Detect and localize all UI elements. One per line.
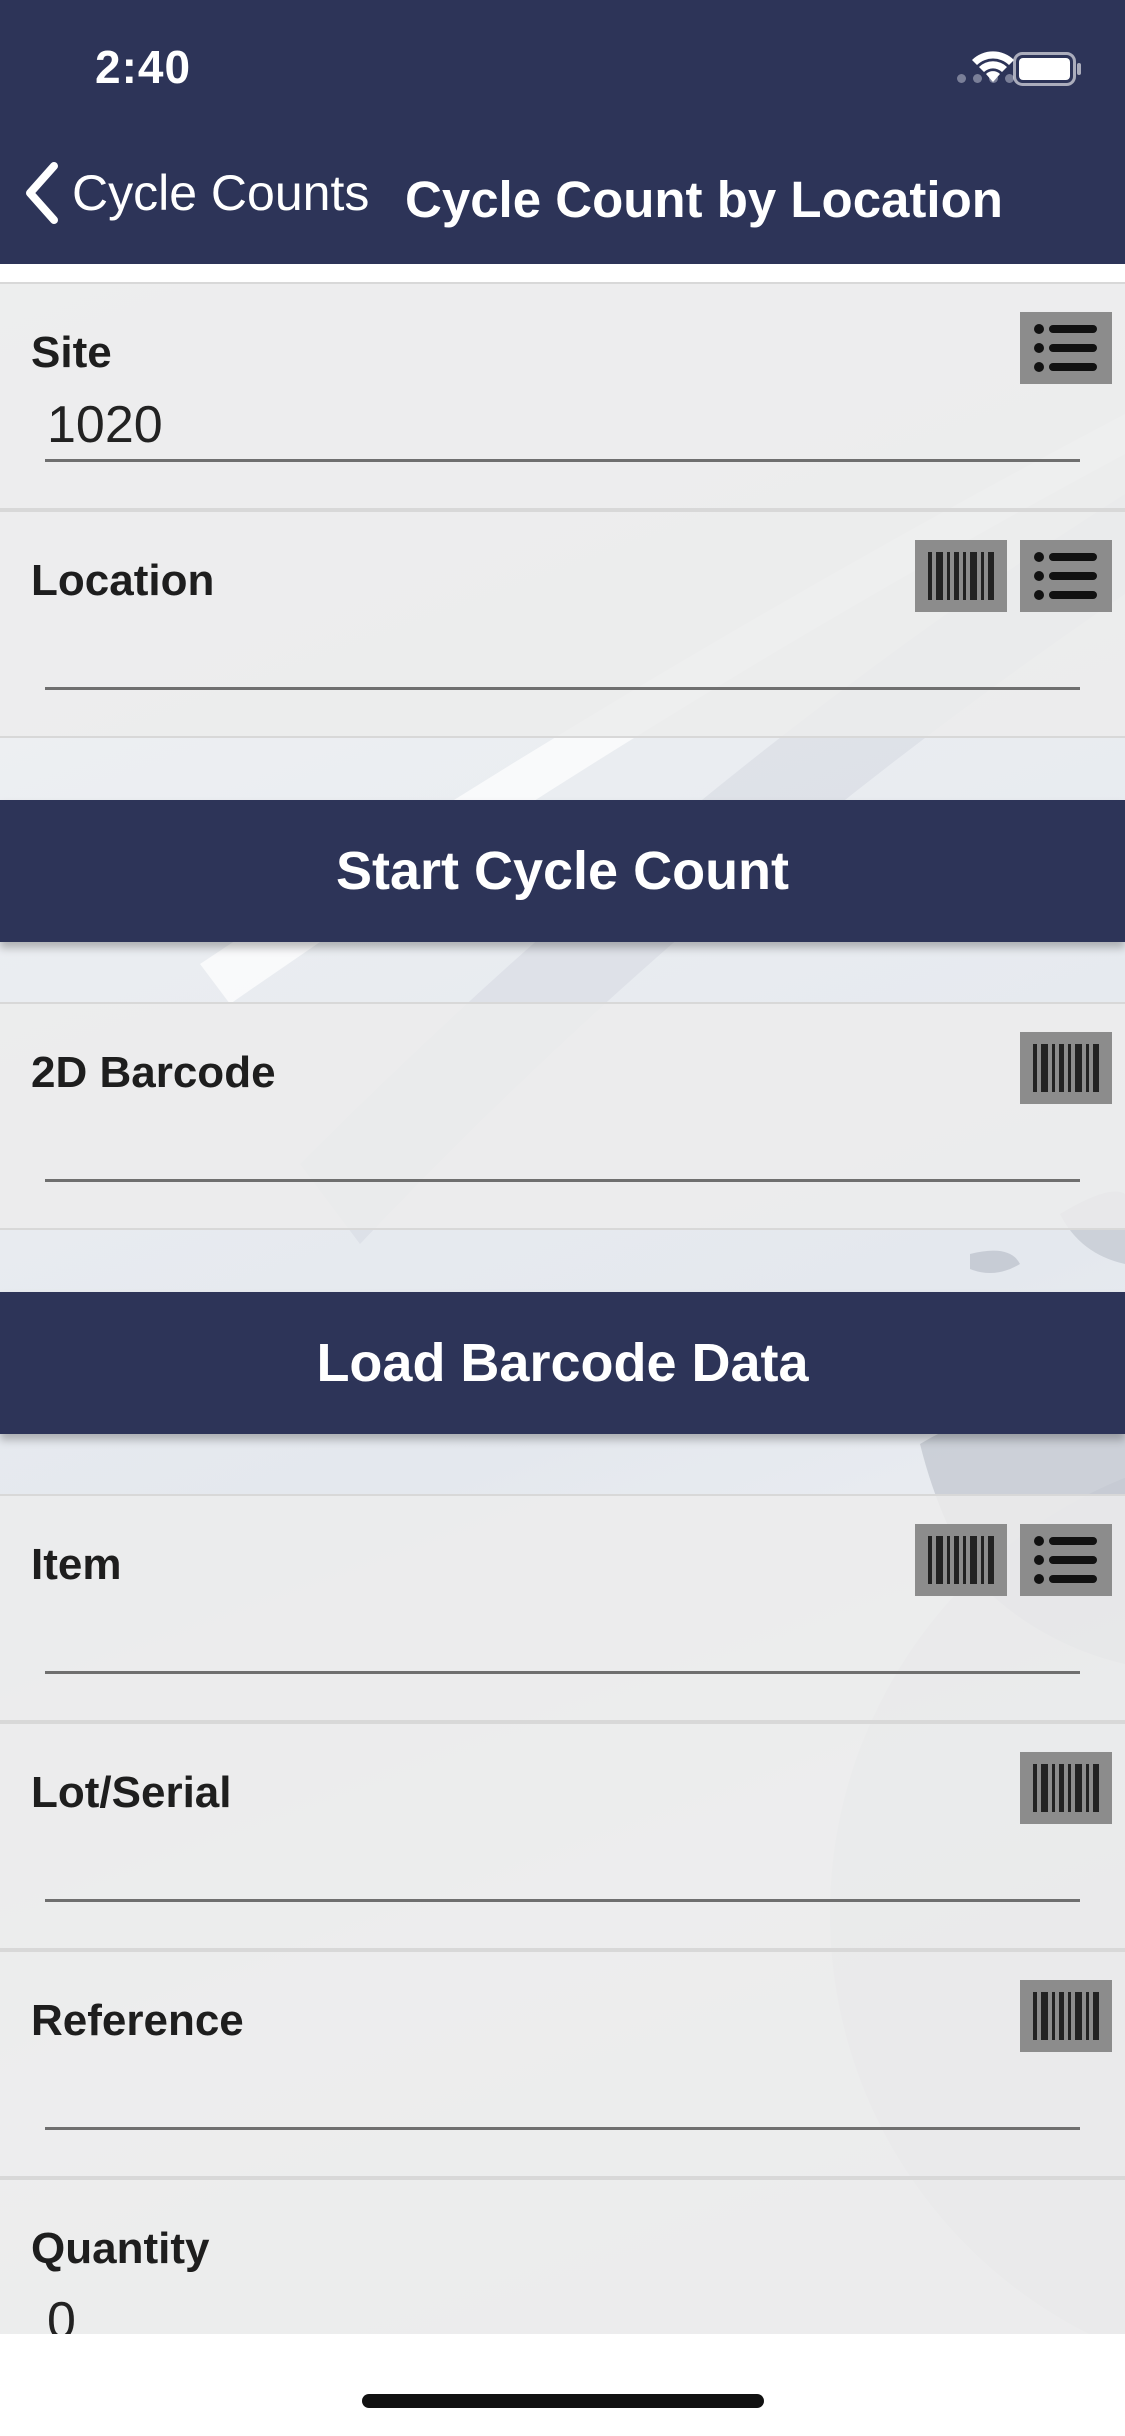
form-content: Site Location [0, 264, 1125, 2334]
site-list-button[interactable] [1020, 312, 1112, 384]
barcode-2d-input[interactable] [45, 1110, 1080, 1182]
home-indicator[interactable] [362, 2394, 764, 2408]
status-time: 2:40 [95, 41, 192, 93]
page-title: Cycle Count by Location [405, 171, 1003, 228]
site-input[interactable] [45, 390, 1080, 462]
wifi-icon [972, 51, 1014, 82]
barcode-icon [928, 1536, 994, 1584]
header-separator [0, 264, 1125, 282]
location-input[interactable] [45, 618, 1080, 690]
location-barcode-button[interactable] [915, 540, 1007, 612]
site-label: Site [31, 328, 112, 377]
battery-icon [1013, 52, 1081, 86]
home-indicator-area [0, 2334, 1125, 2436]
item-field: Item [0, 1494, 1125, 1722]
quantity-field: Quantity [0, 2178, 1125, 2334]
lot-serial-barcode-button[interactable] [1020, 1752, 1112, 1824]
barcode-icon [1033, 1992, 1099, 2040]
location-field: Location [0, 510, 1125, 738]
barcode-2d-label: 2D Barcode [31, 1048, 276, 1097]
location-list-button[interactable] [1020, 540, 1112, 612]
item-list-button[interactable] [1020, 1524, 1112, 1596]
reference-label: Reference [31, 1996, 244, 2045]
back-button[interactable]: Cycle Counts [22, 162, 369, 224]
lot-serial-label: Lot/Serial [31, 1768, 232, 1817]
item-barcode-button[interactable] [915, 1524, 1007, 1596]
site-field: Site [0, 282, 1125, 510]
barcode-icon [928, 552, 994, 600]
quantity-label: Quantity [31, 2224, 210, 2273]
start-cycle-count-button[interactable]: Start Cycle Count [0, 800, 1125, 942]
back-label: Cycle Counts [72, 165, 370, 221]
barcode-2d-field: 2D Barcode [0, 1002, 1125, 1230]
app-header: 2:40 Cycle Counts Cycle Count by Locatio… [0, 0, 1125, 264]
barcode-2d-scan-button[interactable] [1020, 1032, 1112, 1104]
barcode-icon [1033, 1764, 1099, 1812]
reference-field: Reference [0, 1950, 1125, 2178]
lot-serial-input[interactable] [45, 1830, 1080, 1902]
barcode-icon [1033, 1044, 1099, 1092]
reference-barcode-button[interactable] [1020, 1980, 1112, 2052]
list-icon [1034, 324, 1097, 372]
reference-input[interactable] [45, 2058, 1080, 2130]
item-label: Item [31, 1540, 122, 1589]
location-label: Location [31, 556, 215, 605]
back-chevron-icon [26, 162, 58, 224]
quantity-input[interactable] [45, 2286, 1080, 2334]
list-icon [1034, 552, 1097, 600]
item-input[interactable] [45, 1602, 1080, 1674]
lot-serial-field: Lot/Serial [0, 1722, 1125, 1950]
load-barcode-data-button[interactable]: Load Barcode Data [0, 1292, 1125, 1434]
list-icon [1034, 1536, 1097, 1584]
